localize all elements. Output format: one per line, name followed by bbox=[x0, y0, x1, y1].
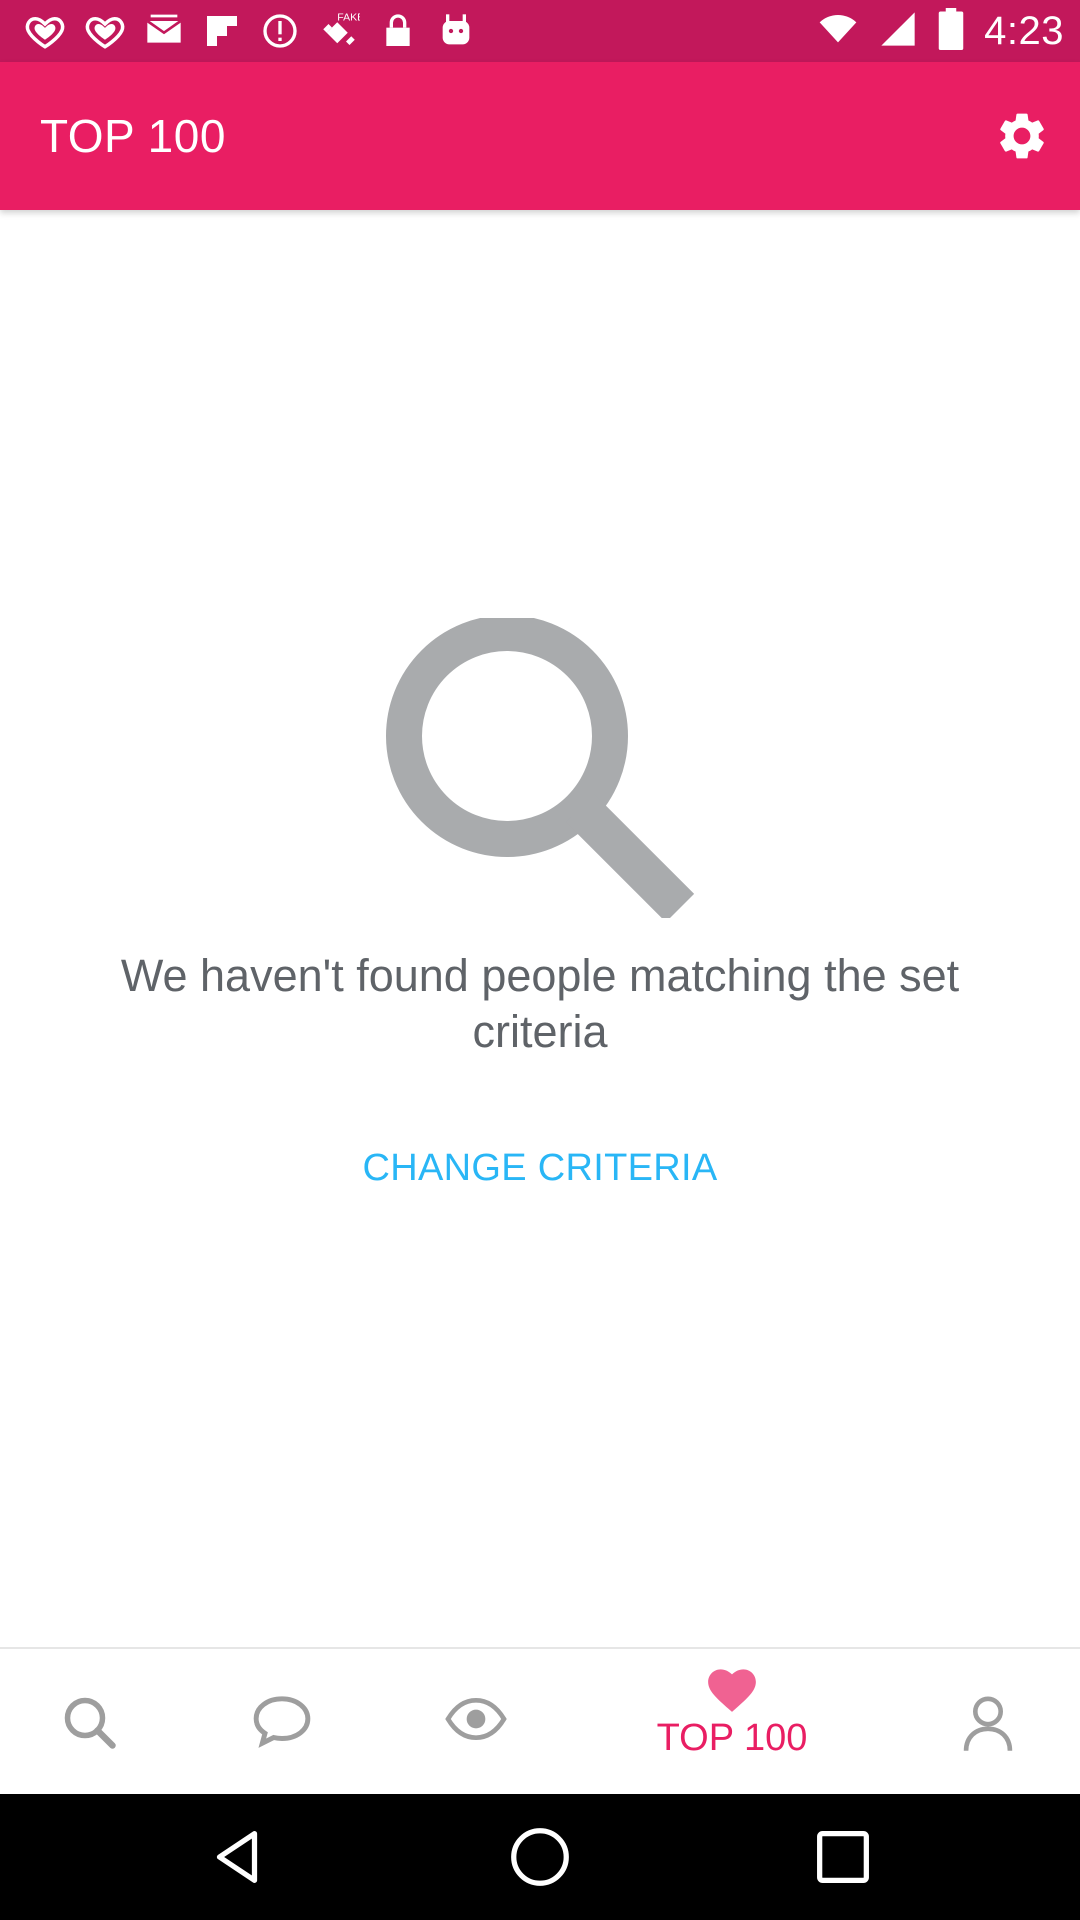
eye-icon bbox=[445, 1697, 507, 1741]
alert-icon bbox=[260, 11, 300, 51]
system-status-icons: 4:23 bbox=[818, 0, 1064, 62]
page-title: TOP 100 bbox=[40, 110, 226, 162]
magnifier-icon bbox=[386, 618, 695, 918]
gear-icon bbox=[1000, 113, 1044, 159]
person-icon bbox=[963, 1696, 1013, 1751]
wifi-icon bbox=[818, 9, 858, 54]
settings-button[interactable] bbox=[994, 108, 1050, 164]
status-time: 4:23 bbox=[984, 8, 1064, 53]
back-button[interactable] bbox=[202, 1822, 272, 1892]
lock-icon bbox=[378, 11, 418, 51]
status-bar: FAKE 4:23 bbox=[0, 0, 1080, 62]
app-bar: TOP 100 bbox=[0, 62, 1080, 210]
android-icon bbox=[436, 11, 476, 51]
heart-icon bbox=[708, 1669, 756, 1712]
nav-messages[interactable] bbox=[222, 1649, 342, 1794]
chat-bubble-icon bbox=[253, 1696, 311, 1748]
nav-visitors[interactable] bbox=[415, 1649, 535, 1794]
notification-icons: FAKE bbox=[24, 10, 476, 52]
nav-profile[interactable] bbox=[930, 1649, 1050, 1794]
recents-icon bbox=[817, 1831, 869, 1883]
fake-gps-satellite-icon: FAKE bbox=[318, 10, 360, 52]
flipboard-icon bbox=[202, 11, 242, 51]
home-icon bbox=[511, 1828, 569, 1886]
nav-top100[interactable]: TOP 100 bbox=[632, 1649, 832, 1794]
bottom-navigation: TOP 100 bbox=[0, 1647, 1080, 1794]
recents-button[interactable] bbox=[808, 1822, 878, 1892]
change-criteria-button[interactable]: CHANGE CRITERIA bbox=[340, 1136, 740, 1200]
svg-text:FAKE: FAKE bbox=[337, 12, 360, 24]
home-button[interactable] bbox=[505, 1822, 575, 1892]
heart-notification-icon bbox=[24, 10, 66, 52]
empty-message: We haven't found people matching the set… bbox=[120, 950, 960, 1057]
battery-icon bbox=[938, 7, 964, 55]
search-icon bbox=[64, 1697, 116, 1749]
mail-icon bbox=[144, 11, 184, 51]
nav-search[interactable] bbox=[30, 1649, 150, 1794]
system-navigation-bar bbox=[0, 1794, 1080, 1920]
heart-notification-icon bbox=[84, 10, 126, 52]
signal-icon bbox=[878, 9, 918, 54]
nav-top100-label: TOP 100 bbox=[656, 1717, 808, 1759]
back-icon bbox=[216, 1831, 258, 1883]
